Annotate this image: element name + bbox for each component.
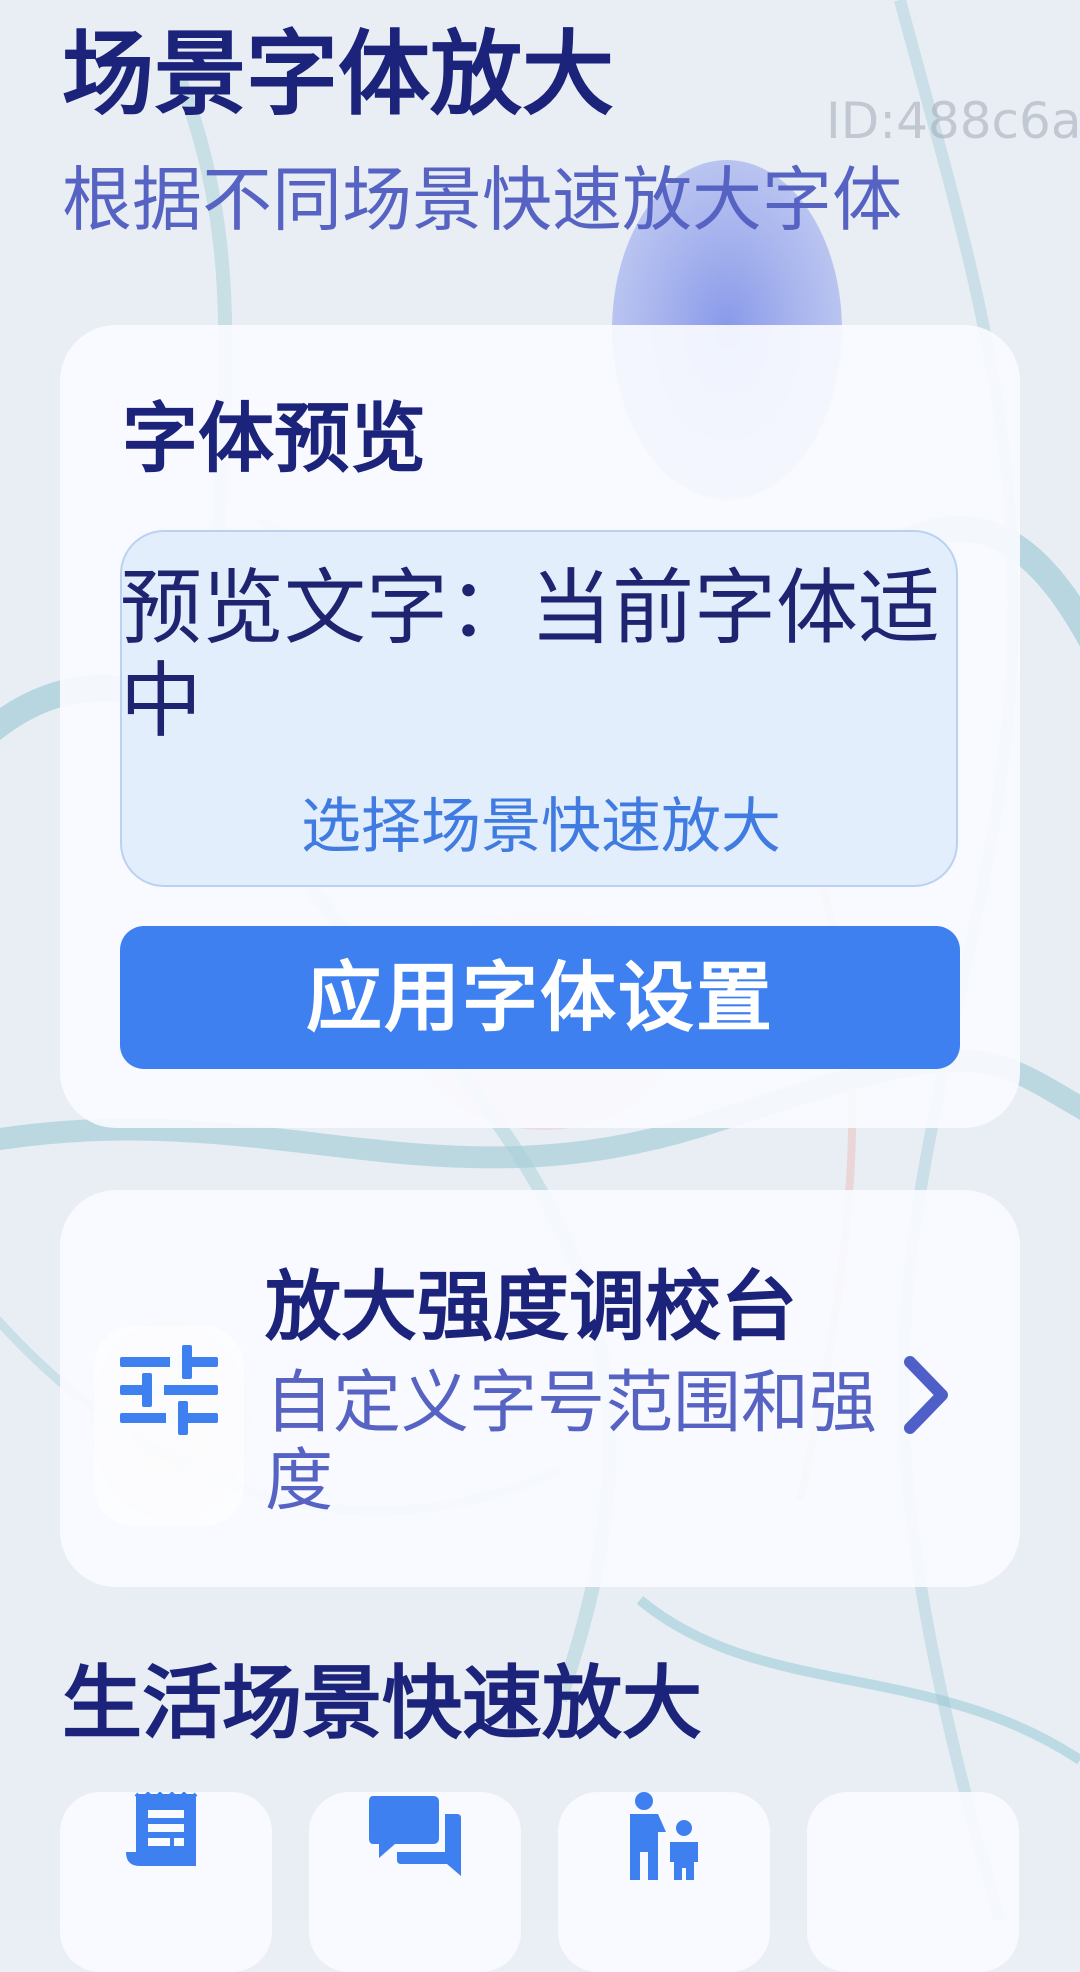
preview-sample-text: 预览文字：当前字体适中 (120, 561, 941, 750)
sliders-icon (120, 1345, 218, 1435)
scene-section-title: 生活场景快速放大 (62, 1657, 702, 1750)
scene-tile-family[interactable] (558, 1792, 770, 1972)
tuning-description: 自定义字号范围和强度 (265, 1364, 878, 1521)
font-preview-card: 字体预览 预览文字：当前字体适中 选择场景快速放大 应用字体设置 (60, 325, 1020, 1128)
scene-tile-chat[interactable] (309, 1792, 521, 1972)
scene-tile-receipt[interactable] (60, 1792, 272, 1972)
family-icon (630, 1792, 698, 1880)
page-subtitle: 根据不同场景快速放大字体 (62, 159, 902, 241)
page-title: 场景字体放大 (62, 21, 615, 128)
receipt-icon (126, 1792, 198, 1866)
chat-icon (369, 1796, 461, 1876)
scene-tile-empty[interactable] (807, 1792, 1019, 1972)
watermark-id: ID:488c6a (826, 92, 1080, 150)
apply-font-settings-button[interactable]: 应用字体设置 (120, 926, 960, 1069)
preview-card-title: 字体预览 (122, 394, 426, 483)
preview-hint: 选择场景快速放大 (301, 792, 781, 862)
tuning-card[interactable]: 放大强度调校台 自定义字号范围和强度 (60, 1190, 1020, 1587)
tuning-title: 放大强度调校台 (265, 1262, 797, 1351)
chevron-right-icon (904, 1356, 948, 1434)
preview-box: 预览文字：当前字体适中 选择场景快速放大 (120, 530, 958, 887)
